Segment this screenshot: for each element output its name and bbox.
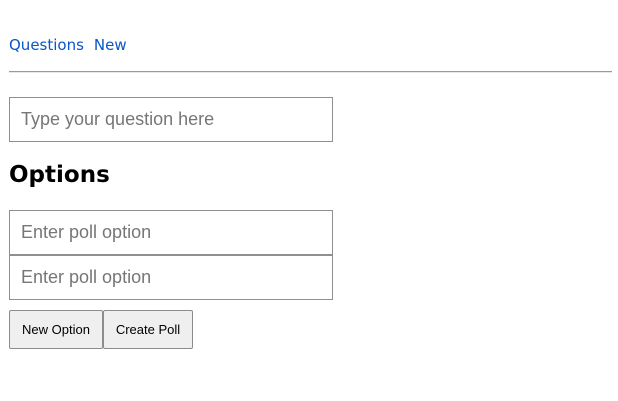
poll-option-input-2[interactable]	[9, 255, 333, 300]
nav-link-questions[interactable]: Questions	[9, 36, 84, 54]
nav-link-new[interactable]: New	[94, 36, 127, 54]
create-poll-button[interactable]: Create Poll	[103, 310, 193, 349]
question-input[interactable]	[9, 97, 333, 142]
new-option-button[interactable]: New Option	[9, 310, 103, 349]
top-nav: Questions New	[9, 36, 127, 54]
options-heading: Options	[9, 162, 110, 188]
header-divider	[9, 71, 612, 73]
poll-option-input-1[interactable]	[9, 210, 333, 255]
